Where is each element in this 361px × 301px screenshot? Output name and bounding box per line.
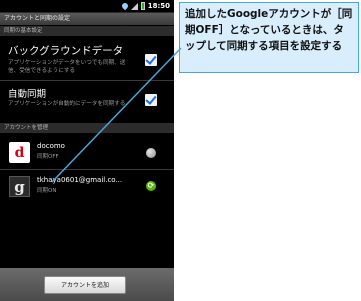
sync-on-icon: ⟳ <box>146 181 156 191</box>
section-header-sync-basic: 同期の基本設定 <box>0 26 174 36</box>
callout-note: 追加したGoogleアカウントが［同期OFF］となっているときは、タップして同期… <box>179 2 359 73</box>
status-bar: 18:50 <box>0 0 174 13</box>
setting-title: バックグラウンドデータ <box>8 45 124 57</box>
background-data-checkbox[interactable] <box>145 54 157 66</box>
account-row-google[interactable]: g tkhaya0601@gmail.co... 同期ON ⟳ <box>0 172 174 200</box>
section-header-label: 同期の基本設定 <box>4 28 43 34</box>
phone-screen: 18:50 アカウントと同期の設定 同期の基本設定 バックグラウンドデータ アプ… <box>0 0 174 301</box>
bottom-bar: アカウントを追加 <box>0 268 174 301</box>
setting-background-data[interactable]: バックグラウンドデータ アプリケーションがデータをいつでも同期、送信、受信できる… <box>0 37 174 80</box>
account-name: docomo <box>37 142 65 150</box>
account-row-docomo[interactable]: d docomo 同期OFF <box>0 138 174 166</box>
auto-sync-checkbox[interactable] <box>145 94 157 106</box>
section-header-label: アカウントを管理 <box>4 125 49 131</box>
setting-description: アプリケーションが自動的にデータを同期する <box>8 101 126 107</box>
account-sync-status: 同期OFF <box>37 154 59 160</box>
signal-icon <box>130 2 138 10</box>
divider <box>0 169 174 170</box>
docomo-logo-icon: d <box>9 142 30 163</box>
account-name: tkhaya0601@gmail.co... <box>37 176 123 184</box>
setting-title: 自動同期 <box>8 89 47 100</box>
setting-description: アプリケーションがデータをいつでも同期、送信、受信できるようにする <box>8 60 126 74</box>
sync-off-icon <box>146 148 156 158</box>
wifi-icon <box>120 1 129 11</box>
account-sync-status: 同期ON <box>37 188 57 194</box>
status-time: 18:50 <box>147 2 170 10</box>
battery-icon <box>140 2 145 10</box>
title-bar: アカウントと同期の設定 <box>0 13 174 25</box>
page-title: アカウントと同期の設定 <box>4 15 71 22</box>
setting-auto-sync[interactable]: 自動同期 アプリケーションが自動的にデータを同期する <box>0 81 174 121</box>
section-header-accounts: アカウントを管理 <box>0 123 174 133</box>
add-account-button[interactable]: アカウントを追加 <box>44 276 126 294</box>
google-logo-icon: g <box>9 176 30 197</box>
callout-text: 追加したGoogleアカウントが［同期OFF］となっているときは、タップして同期… <box>185 8 353 52</box>
